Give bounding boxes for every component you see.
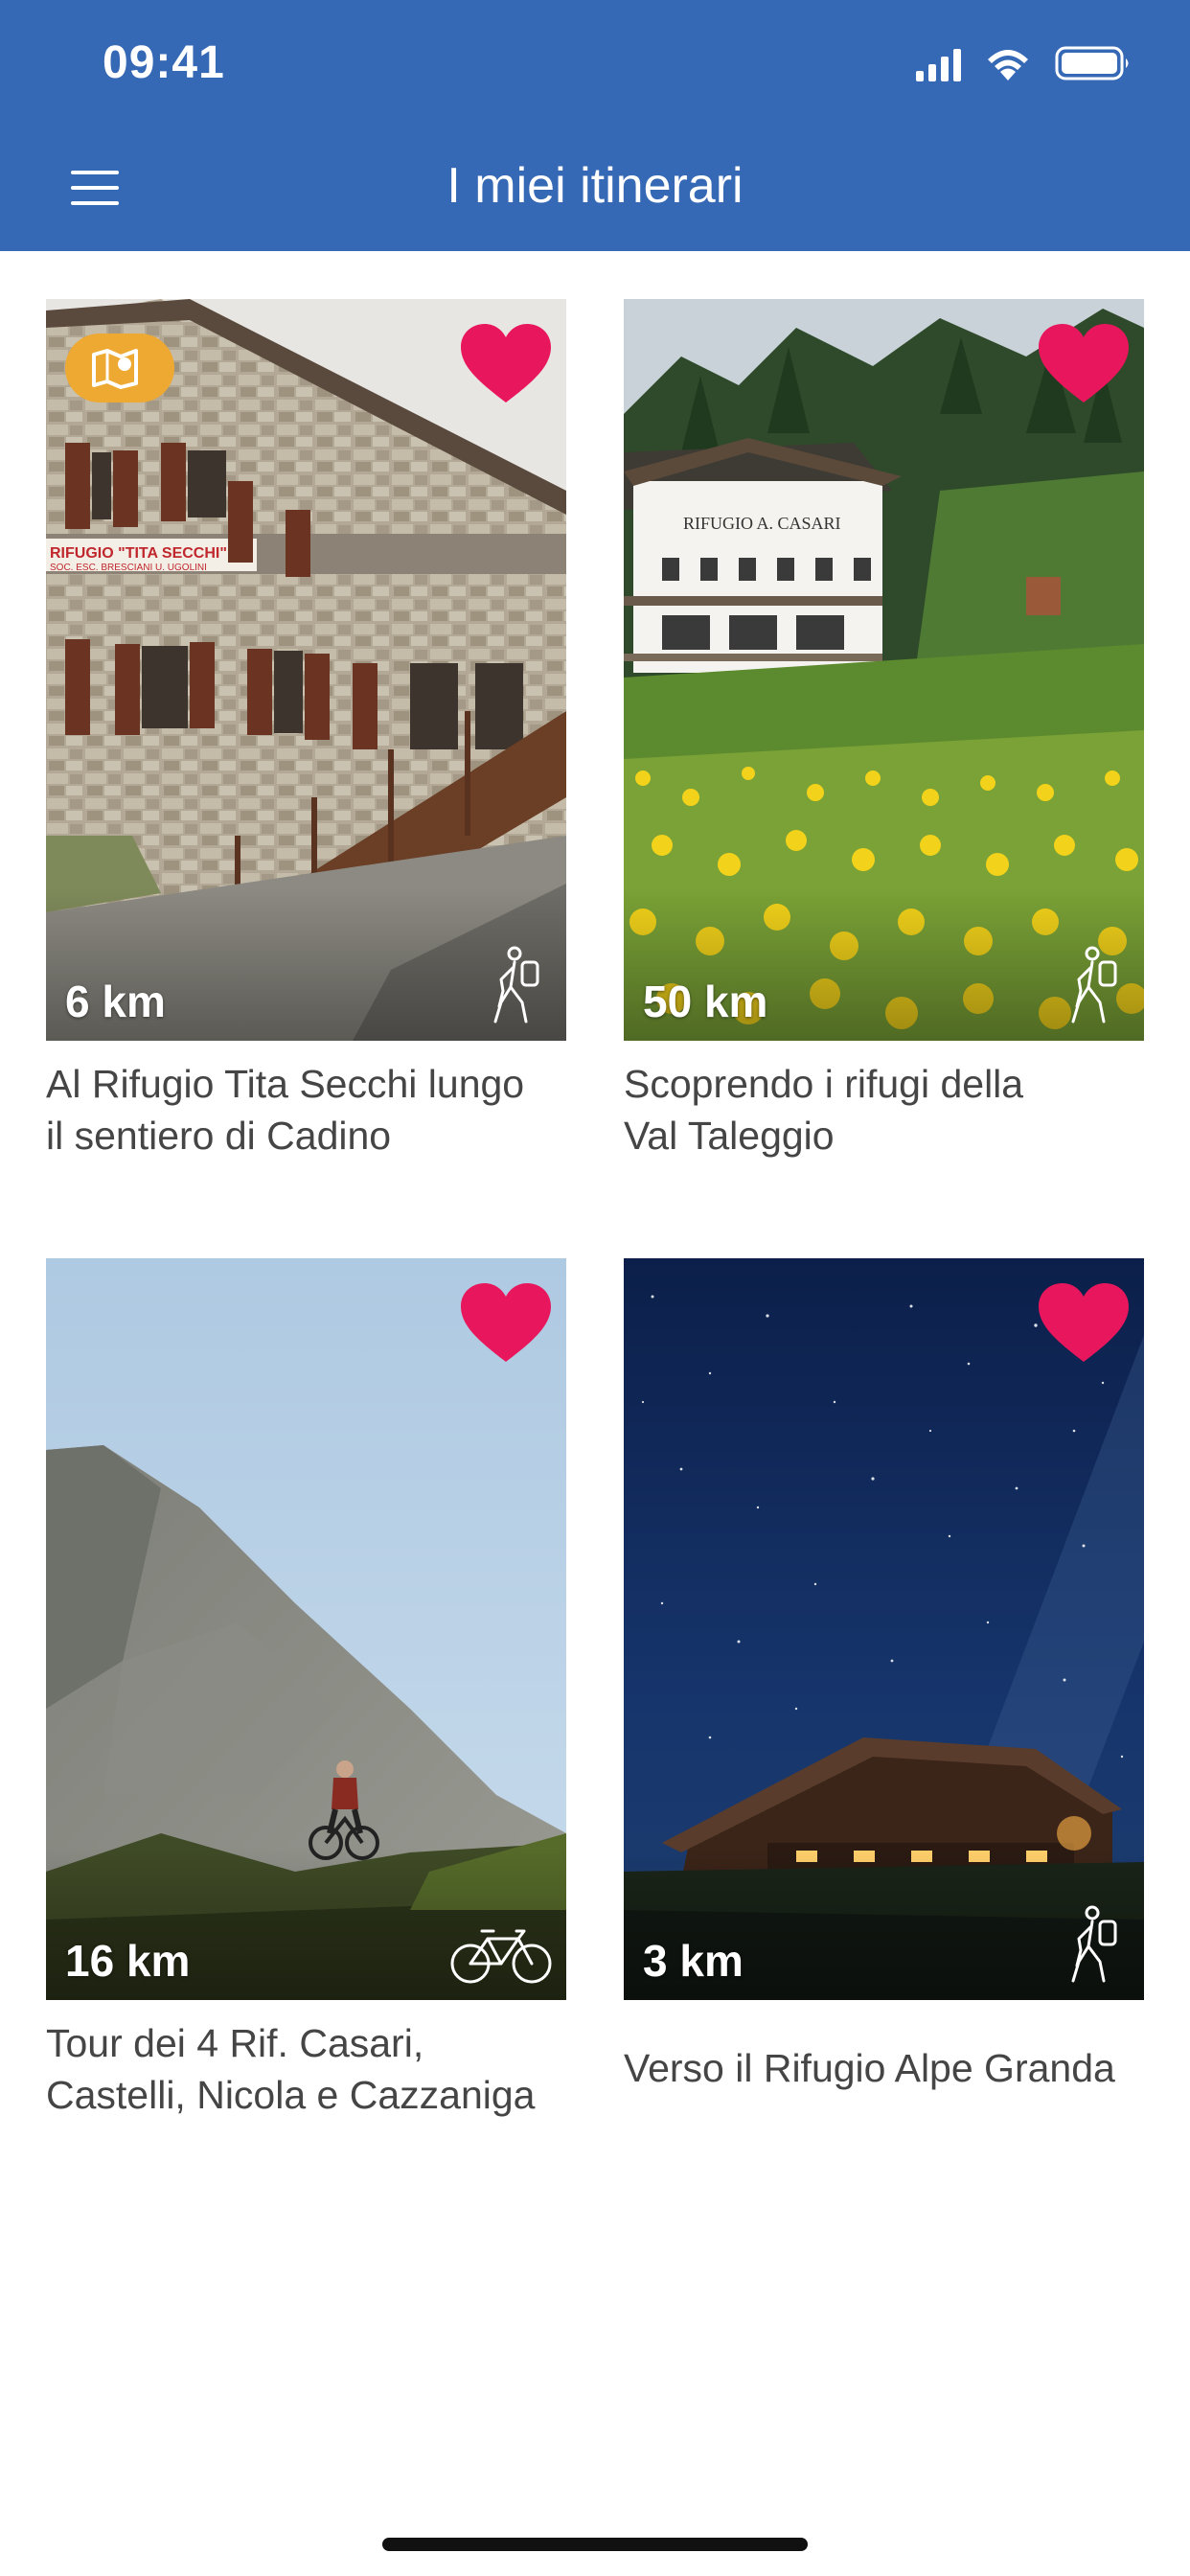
itinerary-title[interactable]: Al Rifugio Tita Secchi lungo il sentiero… xyxy=(46,1058,566,1162)
favorite-heart-icon[interactable] xyxy=(459,1281,553,1364)
distance-label: 50 km xyxy=(643,977,768,1026)
signal-icon xyxy=(916,49,961,81)
wifi-icon xyxy=(988,50,1028,80)
itinerary-title[interactable]: Scoprendo i rifugi della Val Taleggio xyxy=(624,1058,1144,1162)
itinerary-title[interactable]: Tour dei 4 Rif. Casari, Castelli, Nicola… xyxy=(46,2017,566,2121)
distance-label: 3 km xyxy=(643,1936,744,1986)
itinerary-card-4[interactable]: 3 km Verso il Rifugio Alpe Granda xyxy=(624,1258,1144,2094)
distance-label: 6 km xyxy=(65,977,166,1026)
itinerary-photo[interactable]: RIFUGIO A. CASARI 50 km xyxy=(624,299,1144,1041)
status-icons xyxy=(916,46,1129,81)
home-indicator xyxy=(382,2538,808,2551)
bicycle-icon xyxy=(450,1929,552,1984)
battery-icon xyxy=(1055,46,1129,80)
hiking-icon xyxy=(1071,946,1117,1024)
distance-label: 16 km xyxy=(65,1936,191,1986)
sign-text: RIFUGIO A. CASARI xyxy=(683,514,841,533)
map-icon[interactable] xyxy=(65,334,174,402)
favorite-heart-icon[interactable] xyxy=(1037,1281,1131,1364)
itinerary-photo[interactable]: 3 km xyxy=(624,1258,1144,2000)
sign-text-sub: SOC. ESC. BRESCIANI U. UGOLINI xyxy=(50,563,207,573)
itinerary-photo[interactable]: 16 km xyxy=(46,1258,566,2000)
favorite-heart-icon[interactable] xyxy=(1037,322,1131,404)
page-title: I miei itinerari xyxy=(446,158,744,214)
app-header: 09:41 I miei itinerari xyxy=(0,0,1190,251)
itinerary-card-1[interactable]: RIFUGIO "TITA SECCHI" SOC. ESC. BRESCIAN… xyxy=(46,299,566,1162)
status-time: 09:41 xyxy=(103,37,225,88)
hiking-icon xyxy=(493,946,539,1024)
itinerary-photo[interactable]: RIFUGIO "TITA SECCHI" SOC. ESC. BRESCIAN… xyxy=(46,299,566,1041)
hiking-icon xyxy=(1071,1905,1117,1983)
itinerary-card-3[interactable]: 16 km Tour dei 4 Rif. Casari, Castelli, … xyxy=(46,1258,566,2121)
itinerary-card-2[interactable]: RIFUGIO A. CASARI 50 km Scoprendo i rifu… xyxy=(624,299,1144,1162)
favorite-heart-icon[interactable] xyxy=(459,322,553,404)
itinerary-title[interactable]: Verso il Rifugio Alpe Granda xyxy=(624,2042,1144,2094)
sign-text: RIFUGIO "TITA SECCHI" xyxy=(50,545,227,562)
